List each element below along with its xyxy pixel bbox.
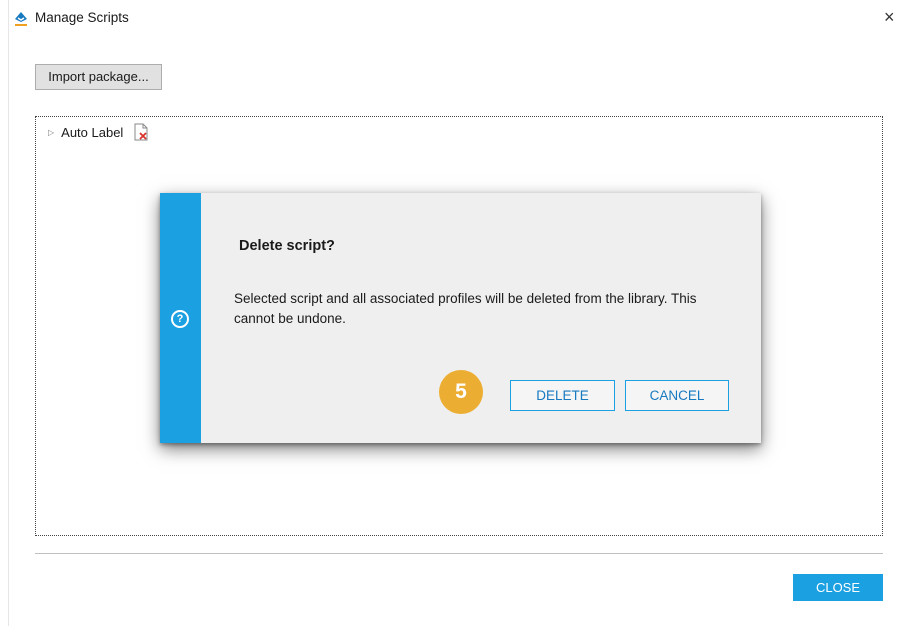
tree-item-label: Auto Label (61, 124, 124, 140)
question-icon: ? (171, 310, 189, 328)
window-edge (8, 0, 9, 626)
footer-divider (35, 553, 883, 554)
window-close-icon[interactable]: × (884, 8, 895, 26)
window-title: Manage Scripts (35, 10, 129, 25)
dialog-title: Delete script? (239, 238, 335, 254)
step-badge: 5 (439, 370, 483, 414)
dialog-message: Selected script and all associated profi… (234, 291, 697, 326)
dialog-accent-stripe: ? (160, 193, 201, 443)
app-icon (15, 12, 27, 26)
cancel-button[interactable]: CANCEL (625, 380, 729, 411)
tree-item-auto-label[interactable]: ▷ Auto Label (48, 123, 149, 141)
expand-arrow-icon[interactable]: ▷ (48, 128, 54, 137)
title-bar: Manage Scripts × (0, 0, 901, 34)
close-button[interactable]: CLOSE (793, 574, 883, 601)
delete-button[interactable]: DELETE (510, 380, 615, 411)
import-package-button[interactable]: Import package... (35, 64, 162, 90)
script-error-icon[interactable] (133, 123, 149, 141)
delete-confirm-dialog: ? Delete script? Selected script and all… (160, 193, 761, 443)
